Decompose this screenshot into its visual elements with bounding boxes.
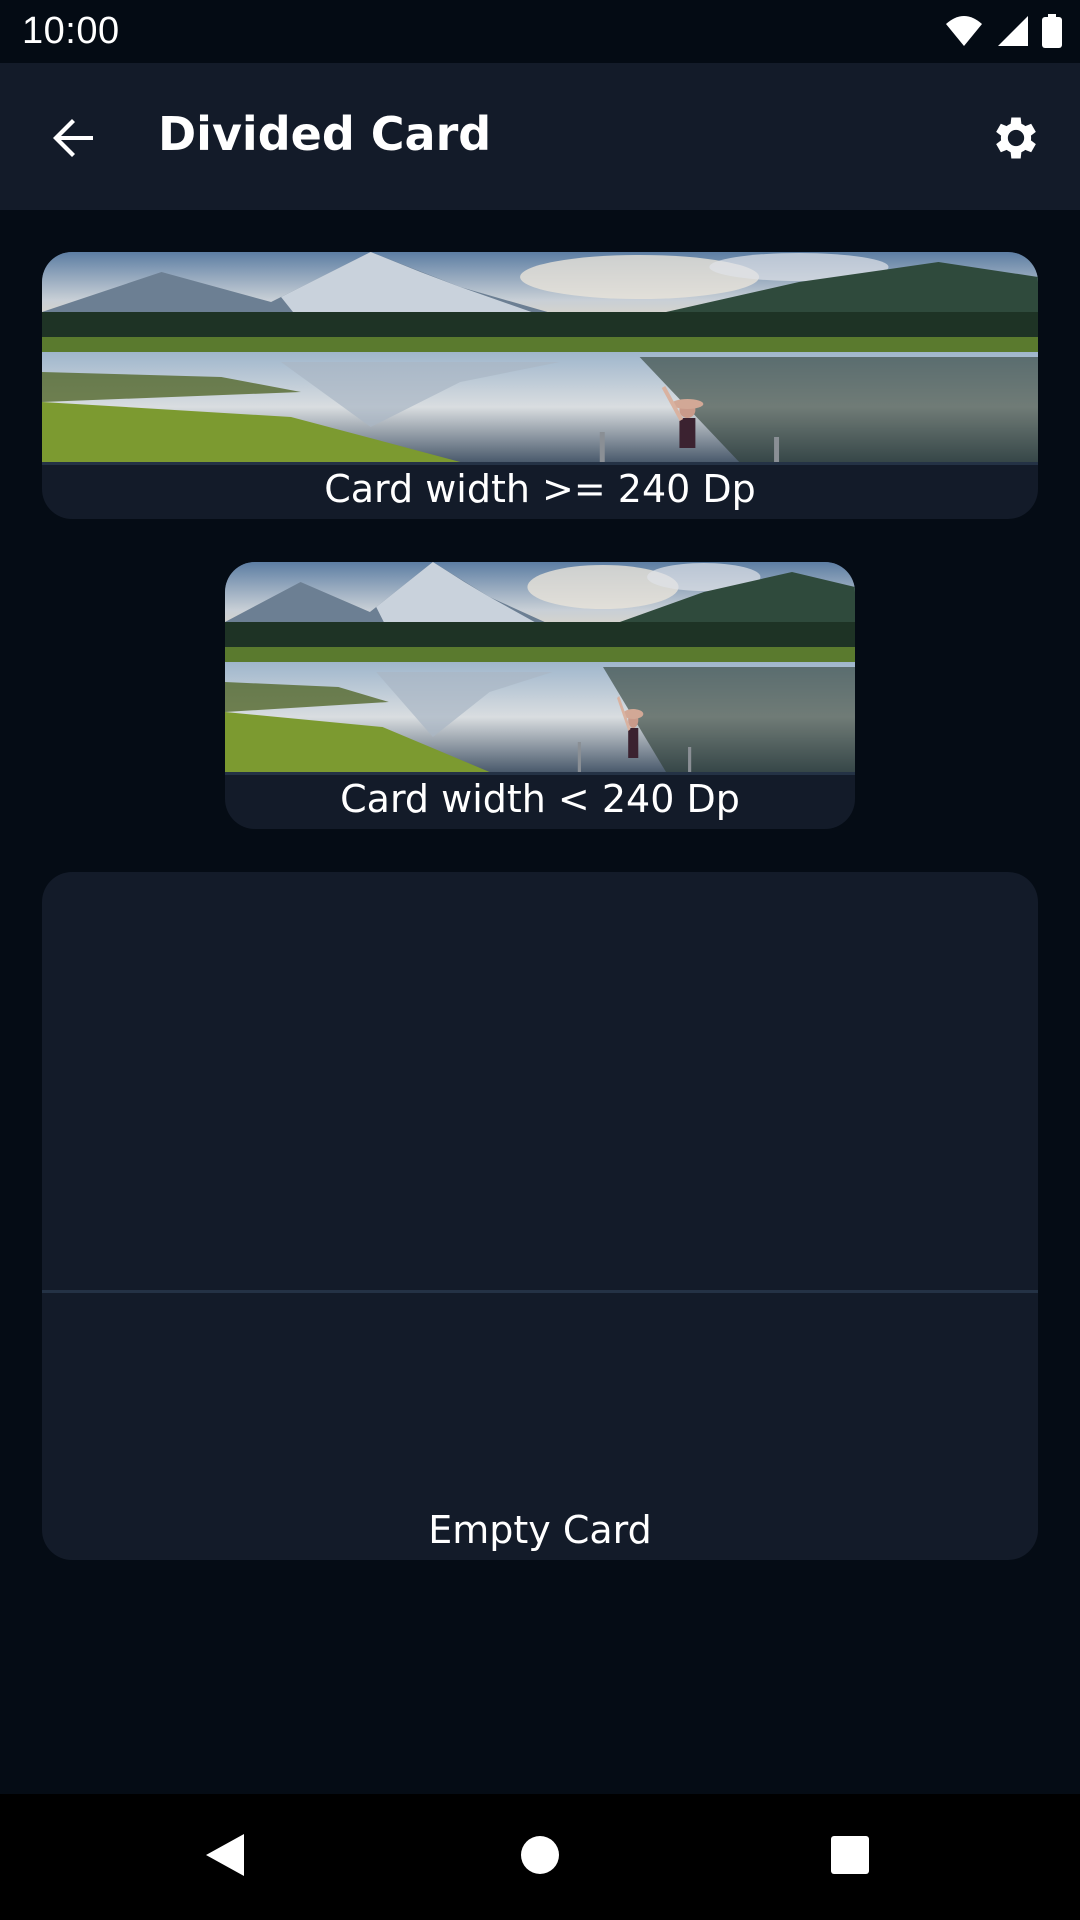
card-divider: [42, 1290, 1038, 1293]
nav-back-button[interactable]: [190, 1822, 260, 1892]
card-divider: [42, 462, 1038, 465]
divided-card-wide[interactable]: Card width >= 240 Dp: [42, 252, 1038, 519]
card-label: Card width >= 240 Dp: [324, 467, 756, 511]
card-label: Empty Card: [428, 1508, 652, 1552]
screen: 10:00 Divided Card Card width >= 240 Dp …: [0, 0, 1080, 1920]
card-image-mountain-lake: [225, 562, 855, 772]
card-divider: [225, 772, 855, 775]
arrow-back-icon: [49, 114, 97, 166]
home-circle-icon: [519, 1834, 561, 1880]
nav-home-button[interactable]: [505, 1822, 575, 1892]
app-bar: Divided Card: [0, 63, 1080, 210]
status-bar: 10:00: [0, 0, 1080, 63]
back-triangle-icon: [202, 1830, 248, 1884]
page-title: Divided Card: [158, 107, 492, 161]
gear-icon: [988, 110, 1044, 170]
wifi-icon: [944, 14, 984, 52]
empty-card[interactable]: Empty Card: [42, 872, 1038, 1560]
cellular-signal-icon: [996, 14, 1030, 52]
card-image-mountain-lake: [42, 252, 1038, 462]
divided-card-narrow[interactable]: Card width < 240 Dp: [225, 562, 855, 829]
system-navigation-bar: [0, 1794, 1080, 1920]
nav-recents-button[interactable]: [815, 1822, 885, 1892]
settings-button[interactable]: [980, 104, 1052, 176]
battery-icon: [1042, 14, 1062, 52]
status-icons: [944, 14, 1062, 52]
status-time: 10:00: [22, 10, 120, 52]
recents-square-icon: [829, 1834, 871, 1880]
card-label: Card width < 240 Dp: [340, 777, 740, 821]
back-button[interactable]: [38, 105, 108, 175]
